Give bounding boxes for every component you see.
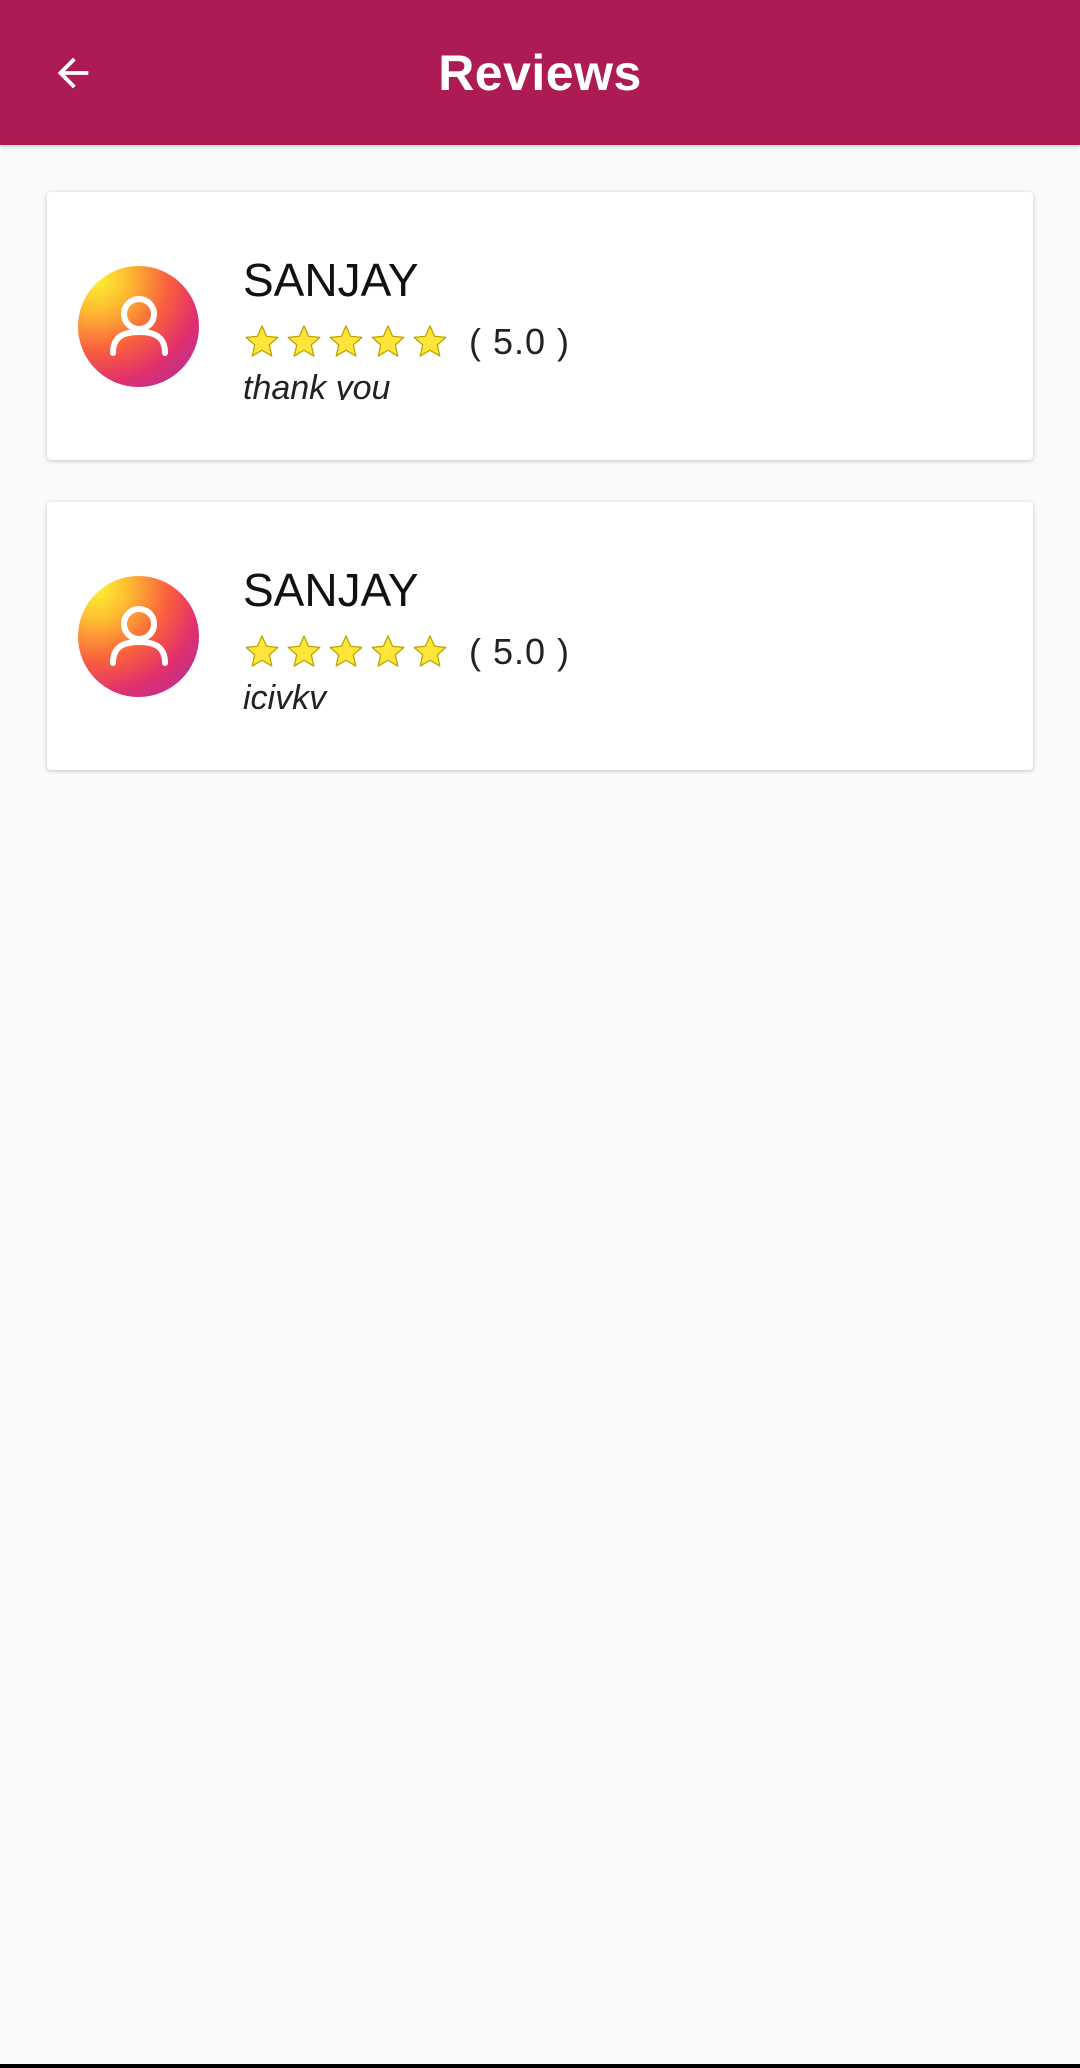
star-icon bbox=[245, 635, 279, 667]
reviewer-name: SANJAY bbox=[243, 564, 419, 616]
star-icon bbox=[413, 635, 447, 667]
review-text: thank you bbox=[243, 369, 391, 400]
review-text: icivkv bbox=[243, 679, 327, 710]
bottom-edge bbox=[0, 2064, 1080, 2068]
app-bar: Reviews bbox=[0, 0, 1080, 145]
star-icon bbox=[329, 325, 363, 357]
page-title: Reviews bbox=[438, 44, 642, 101]
star-icon bbox=[371, 635, 405, 667]
star-icon bbox=[287, 635, 321, 667]
review-card[interactable]: SANJAY ( 5.0 ) icivkv bbox=[47, 502, 1033, 770]
star-icon bbox=[287, 325, 321, 357]
back-button[interactable] bbox=[40, 40, 106, 106]
rating-value: ( 5.0 ) bbox=[469, 321, 571, 362]
rating-row: ( 5.0 ) bbox=[243, 631, 1013, 672]
user-icon bbox=[109, 605, 168, 666]
review-body: SANJAY ( 5.0 ) thank you bbox=[243, 254, 1013, 400]
review-list: SANJAY ( 5.0 ) thank you SANJAY ( 5.0 ) … bbox=[47, 192, 1033, 812]
star-icon bbox=[245, 325, 279, 357]
star-icon bbox=[413, 325, 447, 357]
reviewer-name: SANJAY bbox=[243, 254, 419, 306]
star-rating bbox=[243, 633, 453, 671]
review-card[interactable]: SANJAY ( 5.0 ) thank you bbox=[47, 192, 1033, 460]
star-icon bbox=[371, 325, 405, 357]
rating-value: ( 5.0 ) bbox=[469, 631, 571, 672]
star-icon bbox=[329, 635, 363, 667]
review-body: SANJAY ( 5.0 ) icivkv bbox=[243, 564, 1013, 710]
avatar bbox=[78, 266, 199, 387]
star-rating bbox=[243, 323, 453, 361]
arrow-left-icon bbox=[57, 57, 89, 89]
rating-row: ( 5.0 ) bbox=[243, 321, 1013, 362]
avatar bbox=[78, 576, 199, 697]
user-icon bbox=[109, 295, 168, 356]
